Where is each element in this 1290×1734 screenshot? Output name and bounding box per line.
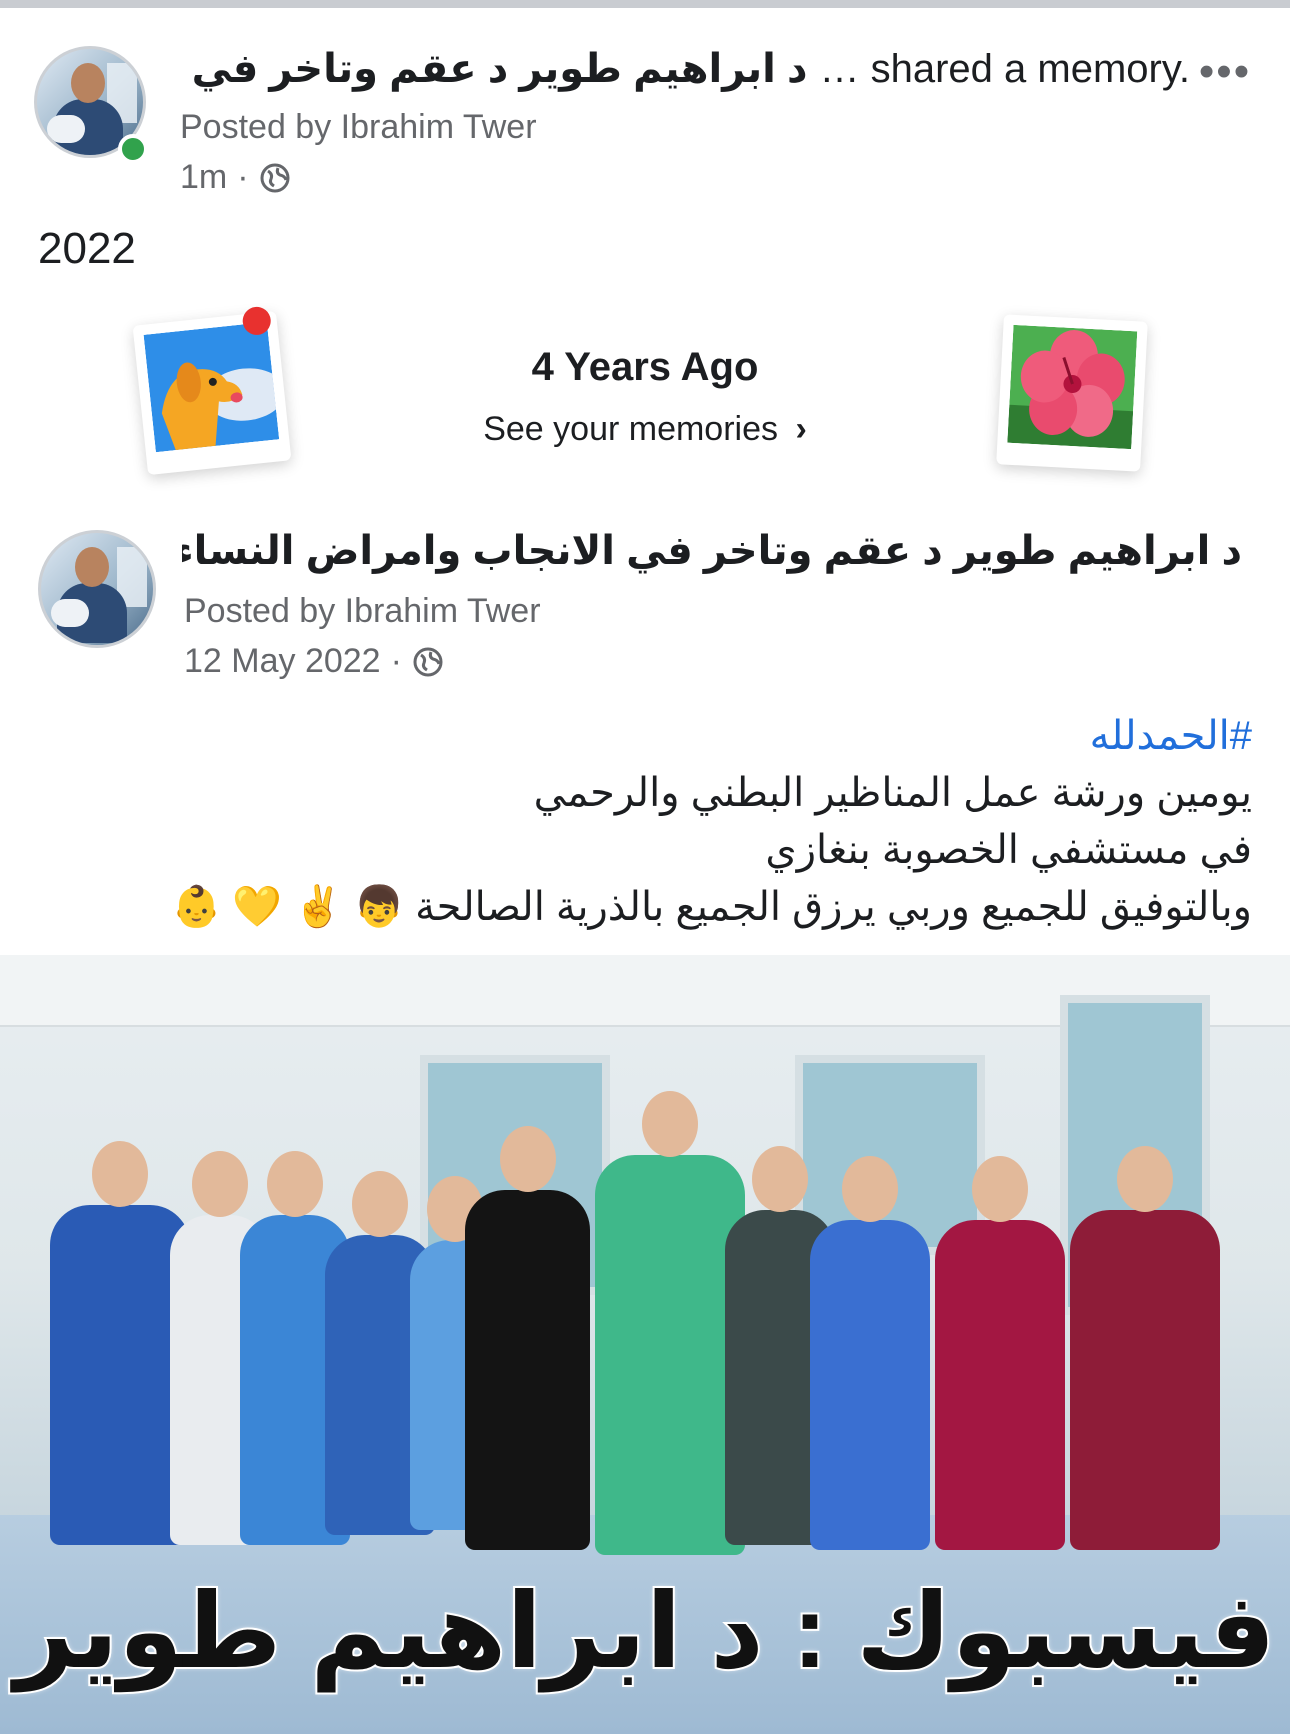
ball-icon bbox=[242, 306, 271, 335]
post-body-line-1: يومين ورشة عمل المناظير البطني والرحمي bbox=[533, 771, 1252, 815]
post-body: #الحمدلله يومين ورشة عمل المناظير البطني… bbox=[40, 708, 1253, 936]
photo-person-face bbox=[192, 1151, 248, 1217]
photo-person bbox=[595, 1091, 745, 1555]
flower-photo bbox=[1007, 324, 1138, 450]
photo-person bbox=[810, 1156, 930, 1550]
photo-person-face bbox=[842, 1156, 898, 1222]
avatar-baby bbox=[47, 115, 85, 143]
avatar-figure-head bbox=[75, 547, 109, 587]
photo-watermark: فيسبوك : د ابراهيم طوير bbox=[13, 1572, 1278, 1692]
post-text-year: 2022 bbox=[38, 224, 136, 273]
original-author-name[interactable]: د ابراهيم طوير د عقم وتاخر في الانجاب وا… bbox=[182, 528, 1242, 578]
more-icon[interactable]: ••• bbox=[1198, 47, 1252, 96]
meta-separator: · bbox=[390, 642, 402, 680]
chevron-right-icon: › bbox=[795, 410, 807, 448]
photo-person bbox=[465, 1126, 590, 1550]
photo-person-face bbox=[267, 1151, 323, 1217]
avatar-figure-head bbox=[71, 63, 105, 103]
shared-memory-text: … shared a memory. bbox=[819, 46, 1191, 91]
flower-polaroid-icon[interactable] bbox=[996, 314, 1148, 472]
original-post-date[interactable]: 12 May 2022 bbox=[184, 642, 381, 681]
online-status-dot bbox=[118, 134, 148, 164]
post-meta: 1m · bbox=[180, 158, 291, 197]
post-time[interactable]: 1m bbox=[180, 158, 227, 197]
meta-separator: · bbox=[237, 158, 249, 196]
photo-person bbox=[1070, 1146, 1220, 1550]
post-photo[interactable]: فيسبوك : د ابراهيم طوير bbox=[0, 955, 1290, 1734]
hashtag-link[interactable]: #الحمدلله bbox=[40, 708, 1252, 765]
author-name[interactable]: د ابراهيم طوير د عقم وتاخر في bbox=[192, 46, 808, 92]
photo-person-face bbox=[92, 1141, 148, 1207]
photo-person-face bbox=[752, 1146, 808, 1212]
photo-person-face bbox=[1117, 1146, 1173, 1212]
globe-icon bbox=[260, 163, 290, 192]
post-headline[interactable]: د ابراهيم طوير د عقم وتاخر في … shared a… bbox=[180, 44, 1190, 94]
photo-person bbox=[935, 1156, 1065, 1550]
original-author-avatar[interactable] bbox=[38, 530, 156, 648]
post-body-line-3: وبالتوفيق للجميع وربي يرزق الجميع بالذري… bbox=[171, 885, 1253, 929]
posted-by-label: Posted by Ibrahim Twer bbox=[180, 108, 537, 146]
see-memories-label: See your memories bbox=[483, 410, 778, 448]
original-post-meta: 12 May 2022 · bbox=[184, 642, 444, 681]
photo-person-face bbox=[972, 1156, 1028, 1222]
original-posted-by-label: Posted by Ibrahim Twer bbox=[184, 592, 541, 630]
photo-person-face bbox=[499, 1126, 556, 1192]
globe-icon bbox=[413, 647, 443, 676]
photo-person-face bbox=[642, 1091, 698, 1157]
photo-person bbox=[50, 1141, 190, 1545]
avatar-baby bbox=[51, 599, 89, 627]
dog-polaroid-icon[interactable] bbox=[132, 306, 292, 476]
post-body-line-2: في مستشفي الخصوبة بنغازي bbox=[765, 828, 1252, 872]
top-divider bbox=[0, 0, 1290, 8]
photo-person-face bbox=[352, 1171, 408, 1237]
